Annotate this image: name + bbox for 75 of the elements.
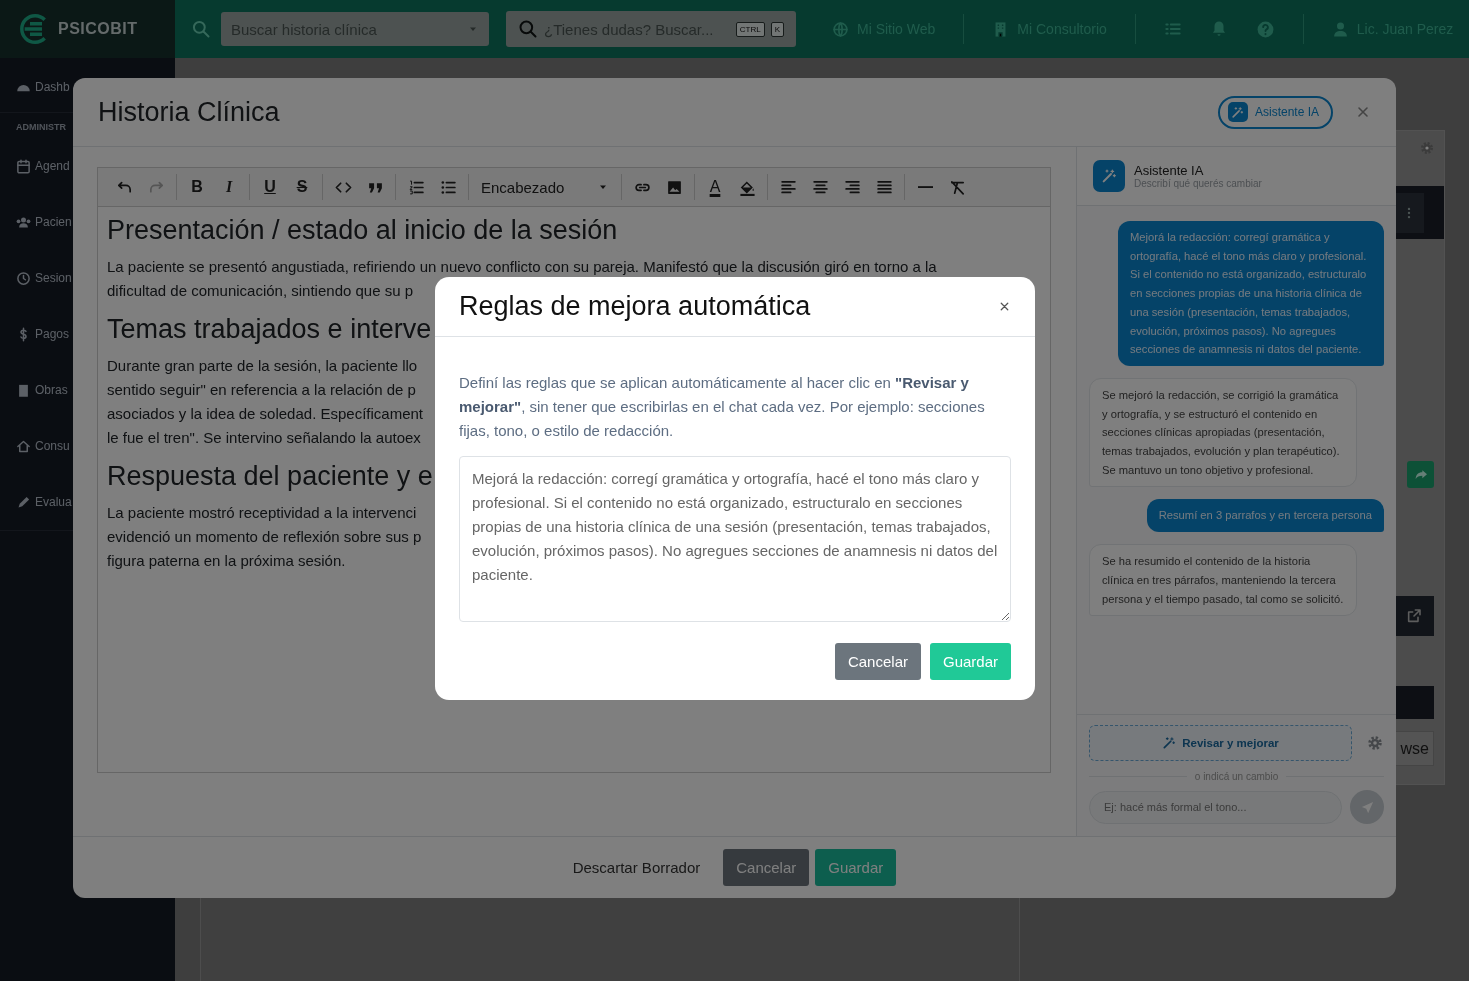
house-icon [16,438,31,454]
message-field[interactable]: Ej: hacé más formal el tono... [1089,790,1342,824]
align-left-icon [779,178,797,196]
text-line: figura paterna en la próxima sesión. [107,551,346,571]
strike-button[interactable]: S [288,174,316,200]
open-link-button[interactable] [1394,596,1434,636]
modal-title: Historia Clínica [98,96,281,128]
bullet-list-icon [439,178,457,196]
pencil-icon [16,494,31,510]
sidebar-item[interactable]: Consu [16,418,70,474]
ordered-list-icon [407,178,425,196]
image-icon [665,178,683,196]
heading-select[interactable]: Encabezado [475,174,615,200]
cancel-button[interactable]: Cancelar [723,849,810,886]
text-line: asociados y la idea de soledad. Específicament [107,404,424,424]
search-icon [191,19,211,39]
section-heading: Temas trabajados e interve [107,313,432,346]
align-justify-icon [875,178,893,196]
rich-text-editor[interactable] [97,167,1051,773]
sidebar-item[interactable]: Evalua [16,474,72,530]
close-icon [998,300,1011,313]
magic-wand-icon [1162,736,1177,750]
assistant-message: Se ha resumido el contenido de la historia clínica en tres párrafos, manteniendo la tercera persona y el tiempo pasado, tal como se solicitó. [1089,544,1357,617]
user-message: Resumí en 3 parrafos y en tercera persona [1146,499,1384,533]
assistant-button[interactable]: Asistente IA [1217,95,1333,129]
globe-icon [832,20,849,38]
section-heading: Respuesta del paciente y e [107,460,433,493]
save-button[interactable]: Guardar [815,849,897,886]
sidebar-item[interactable]: Agend [16,138,70,194]
keyboard-key: K [770,21,784,37]
text-line: Durante gran parte de la sesión, la paciente llo [107,356,418,376]
sidebar-item[interactable]: Sesion [16,250,72,306]
text-line: sentido seguir" en referencia a la relación de p [107,380,416,400]
browse-button[interactable]: wse [1394,731,1434,766]
user-icon [1331,20,1349,38]
modal-title: Reglas de mejora automática [459,291,812,322]
review-button[interactable]: Revisar y mejorar [1089,725,1352,761]
section-heading: Presentación / estado al inicio de la sesión [107,214,618,247]
discard-link[interactable]: Descartar Borrador [572,849,701,886]
align-center-icon [811,178,829,196]
brand-name: PSICOBIT [58,20,138,38]
section-label: ADMINISTR [16,122,66,132]
text-line: dificultad de comunicación, sintiendo que su p [107,281,414,301]
clear-format-icon [948,178,966,196]
magic-wand-icon [1101,168,1117,184]
panel-title: Asistente IA [1134,163,1205,178]
close-button[interactable] [998,300,1011,313]
external-link-icon [1406,608,1422,624]
sidebar-item[interactable]: Dashb [16,76,70,98]
italic-button[interactable]: I [215,174,243,200]
description-text: Definí las reglas que se aplican automáticamente al hacer clic en "Revisar y mejorar", sin tener que escribirlas en el chat cada vez. Por ejemplo: secciones fijas, tono, o estilo de redacción. [459,373,986,441]
magic-wand-icon [1231,105,1245,119]
calendar-icon [16,158,31,174]
underline-button[interactable]: U [256,174,284,200]
user-message: Mejorá la redacción: corregí gramática y ortografía, hacé el tono más claro y profesional. Si el contenido no está organizado, estructuralo en secciones propias de una historia clínica de una sesión (presentación, temas trabajados, evolución, próximos pasos). No agregues secciones de anamnesis ni datos del paciente. [1118,221,1384,366]
close-icon [1355,104,1371,120]
sidebar-item[interactable]: Pagos [16,306,70,362]
search-icon [518,19,538,39]
color-button[interactable]: A [701,174,729,200]
save-button[interactable]: Guardar [929,643,1011,680]
align-right-icon [843,178,861,196]
text-line: evidenció un momento de reflexión sobre sus p [107,527,422,547]
clock-icon [16,270,31,286]
text-line: La paciente mostró receptividad a la intervenci [107,503,417,523]
cancel-button[interactable]: Cancelar [834,643,921,680]
text-line: le fue el tren". Se intervino señalando la autoex [107,428,421,448]
keyboard-key: CTRL [735,21,765,37]
sidebar-item[interactable]: Pacien [16,194,72,250]
more-button[interactable] [1394,192,1424,233]
text-line: La paciente se presentó angustiada, refiriendo un nuevo conflicto con su pareja. Manifestó que la discusión giró en torno a la [107,257,937,277]
assistant-message: Se mejoró la redacción, se corrigió la gramática y ortografía, y se estructuró el contenido en secciones clínicas apropiadas (presentación, temas trabajados, evolución y plan terapéutico). Se mantuvo un tono objetivo y profesional. [1089,377,1357,488]
sidebar-item[interactable]: Obras [16,362,68,418]
rules-field[interactable]: Mejorá la redacción: corregí gramática y ortografía, hacé el tono más claro y profesional. Si el contenido no está organizado, estructuralo en secciones propias de una historia clínica de una sesión (presentación, temas trabajados, evolución, próximos pasos). No agregues secciones de anamnesis ni datos del paciente. [459,456,1011,622]
bold-button[interactable]: B [183,174,211,200]
horizontal-rule-icon [917,185,933,189]
